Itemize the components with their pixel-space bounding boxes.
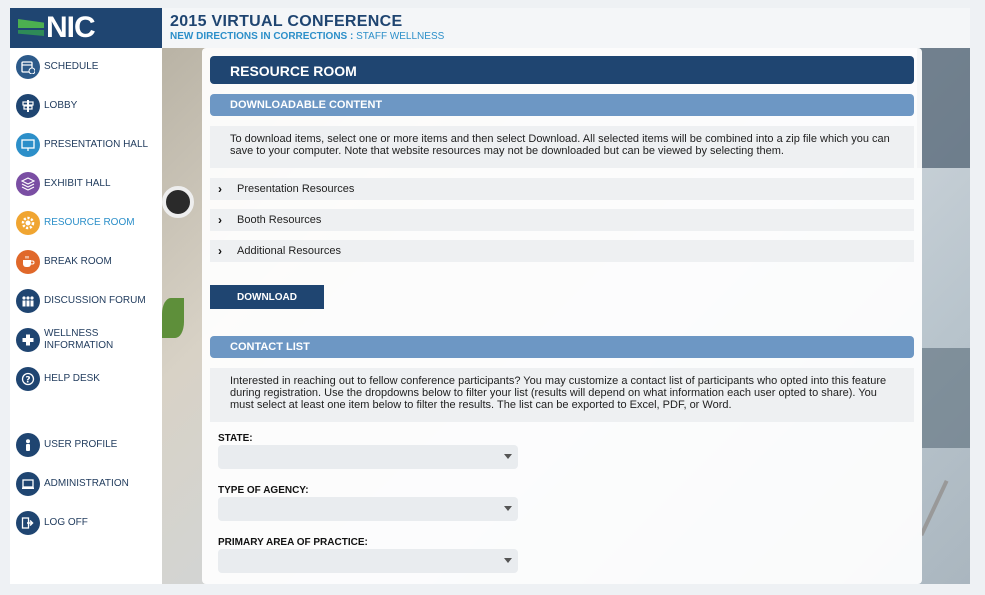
pen-decor-icon (919, 479, 949, 537)
svg-text:?: ? (25, 376, 30, 386)
photo-shadow (917, 48, 970, 168)
nav-label: DISCUSSION FORUM (44, 295, 146, 306)
nav-item-schedule[interactable]: SCHEDULE (16, 53, 98, 81)
layers-icon (16, 172, 40, 196)
nic-logo[interactable]: NIC (10, 8, 162, 48)
subtitle-prefix: NEW DIRECTIONS IN CORRECTIONS : (170, 31, 357, 42)
question-icon: ? (16, 367, 40, 391)
contact-list-instructions: Interested in reaching out to fellow con… (210, 368, 914, 422)
conference-header: 2015 VIRTUAL CONFERENCE NEW DIRECTIONS I… (162, 8, 970, 48)
nav-item-help-desk[interactable]: ? HELP DESK (16, 365, 100, 393)
state-select[interactable] (218, 445, 518, 469)
download-instructions: To download items, select one or more it… (210, 126, 914, 168)
conference-title: 2015 VIRTUAL CONFERENCE (170, 13, 403, 30)
nav-item-administration[interactable]: ADMINISTRATION (16, 470, 129, 498)
nav-item-resource-room[interactable]: RESOURCE ROOM (16, 209, 135, 237)
nav-item-break-room[interactable]: BREAK ROOM (16, 248, 112, 276)
nav-label: HELP DESK (44, 373, 100, 384)
chevron-down-icon (504, 558, 512, 563)
nav-label-wellness: WELLNESS INFORMATION (44, 328, 113, 352)
nav-item-exhibit-hall[interactable]: EXHIBIT HALL (16, 170, 111, 198)
accordion-presentation-resources[interactable]: › Presentation Resources (210, 178, 914, 200)
plus-icon (16, 328, 40, 352)
nav-label: PRESENTATION HALL (44, 139, 149, 150)
people-icon (16, 289, 40, 313)
nav-item-wellness-information[interactable]: WELLNESS INFORMATION (16, 326, 113, 354)
conference-subtitle: NEW DIRECTIONS IN CORRECTIONS : STAFF WE… (170, 31, 444, 42)
photo-shadow (922, 348, 970, 448)
download-button[interactable]: DOWNLOAD (210, 285, 324, 309)
sidebar-nav: SCHEDULE LOBBY PRESENTATION HALL EXHIBIT… (10, 48, 162, 584)
nav-label: LOG OFF (44, 517, 88, 528)
accordion-booth-resources[interactable]: › Booth Resources (210, 209, 914, 231)
practice-area-select[interactable] (218, 549, 518, 573)
page-title: RESOURCE ROOM (210, 56, 914, 84)
monitor-icon (16, 133, 40, 157)
agency-type-label: TYPE OF AGENCY: (218, 485, 309, 496)
chevron-down-icon (504, 506, 512, 511)
nav-label: BREAK ROOM (44, 256, 112, 267)
coffee-cup-icon (16, 250, 40, 274)
nav-label: LOBBY (44, 100, 78, 111)
accordion-label: Presentation Resources (237, 183, 355, 195)
contact-list-heading: CONTACT LIST (210, 336, 914, 358)
nav-item-discussion-forum[interactable]: DISCUSSION FORUM (16, 287, 146, 315)
nav-label: ADMINISTRATION (44, 478, 129, 489)
calendar-clock-icon (16, 55, 40, 79)
accordion-additional-resources[interactable]: › Additional Resources (210, 240, 914, 262)
nav-item-log-off[interactable]: LOG OFF (16, 509, 88, 537)
nav-item-presentation-hall[interactable]: PRESENTATION HALL (16, 131, 148, 159)
nav-label-line: INFORMATION (44, 340, 114, 351)
accordion-label: Additional Resources (237, 245, 341, 257)
resource-room-panel[interactable]: RESOURCE ROOM DOWNLOADABLE CONTENT To do… (202, 48, 922, 584)
plant-decor-icon (162, 298, 184, 338)
subtitle-theme: STAFF WELLNESS (356, 31, 445, 42)
brand-name: NIC (46, 11, 96, 44)
nav-item-user-profile[interactable]: USER PROFILE (16, 431, 117, 459)
nav-label: EXHIBIT HALL (44, 178, 111, 189)
accordion-label: Booth Resources (237, 214, 322, 226)
laptop-icon (16, 472, 40, 496)
practice-area-label: PRIMARY AREA OF PRACTICE: (218, 537, 368, 548)
chevron-right-icon: › (218, 182, 222, 196)
chevron-right-icon: › (218, 213, 222, 227)
chevron-right-icon: › (218, 244, 222, 258)
app-root: NIC 2015 VIRTUAL CONFERENCE NEW DIRECTIO… (0, 0, 985, 595)
user-icon (16, 433, 40, 457)
gear-icon (16, 211, 40, 235)
nav-label: USER PROFILE (44, 439, 118, 450)
nav-label: SCHEDULE (44, 61, 99, 72)
nic-logo-mark-icon (18, 17, 44, 39)
downloadable-content-heading: DOWNLOADABLE CONTENT (210, 94, 914, 116)
state-label: STATE: (218, 433, 253, 444)
logout-icon (16, 511, 40, 535)
agency-type-select[interactable] (218, 497, 518, 521)
nav-item-lobby[interactable]: LOBBY (16, 92, 77, 120)
chevron-down-icon (504, 454, 512, 459)
coffee-cup-decor-icon (162, 186, 194, 218)
nav-label: RESOURCE ROOM (44, 217, 135, 228)
nav-label-line: WELLNESS (44, 328, 99, 339)
signpost-icon (16, 94, 40, 118)
